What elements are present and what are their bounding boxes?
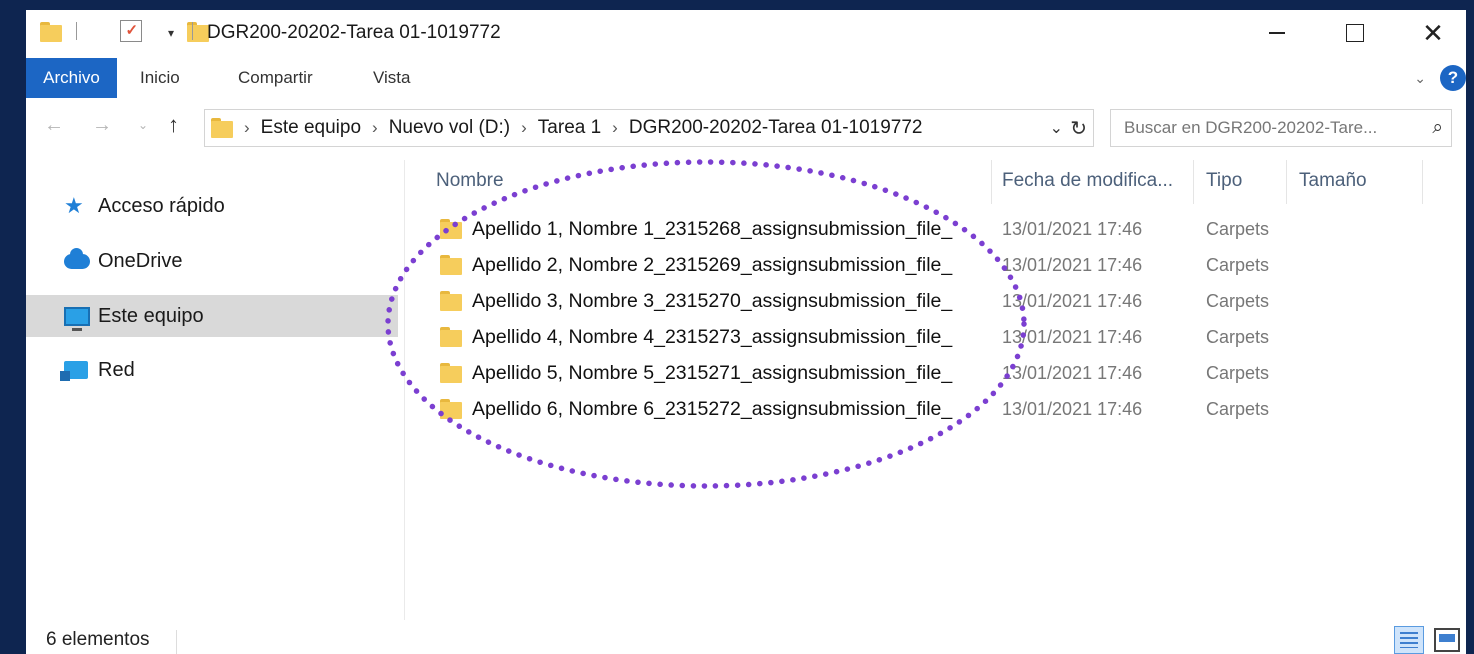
list-item[interactable]: Apellido 1, Nombre 1_2315268_assignsubmi… <box>406 212 1446 248</box>
breadcrumb-este-equipo[interactable]: Este equipo <box>261 117 361 139</box>
tab-archivo[interactable]: Archivo <box>26 58 117 98</box>
search-icon[interactable]: ⌕ <box>1432 110 1443 146</box>
list-item[interactable]: Apellido 6, Nombre 6_2315272_assignsubmi… <box>406 392 1446 428</box>
status-separator <box>176 630 177 654</box>
breadcrumb-chevron-icon[interactable]: › <box>612 118 618 138</box>
breadcrumb-chevron-icon[interactable]: › <box>244 118 250 138</box>
folder-icon <box>440 399 462 419</box>
folder-icon <box>440 327 462 347</box>
sidebar-item-acceso-rapido[interactable]: ★ Acceso rápido <box>26 185 398 227</box>
folder-icon <box>440 363 462 383</box>
new-folder-icon[interactable] <box>186 22 209 42</box>
file-date: 13/01/2021 17:46 <box>1002 291 1143 311</box>
close-button[interactable]: ✕ <box>1410 16 1456 50</box>
list-item[interactable]: Apellido 5, Nombre 5_2315271_assignsubmi… <box>406 356 1446 392</box>
file-date: 13/01/2021 17:46 <box>1002 219 1143 239</box>
column-header-tipo[interactable]: Tipo <box>1206 170 1242 192</box>
file-type: Carpets <box>1206 291 1270 311</box>
file-type: Carpets <box>1206 399 1270 419</box>
column-header-nombre[interactable]: Nombre <box>436 170 504 192</box>
file-explorer-window: ▾ DGR200-20202-Tarea 01-1019772 ✕ Archiv… <box>26 10 1466 654</box>
sidebar-item-label: OneDrive <box>98 249 183 272</box>
sidebar-item-label: Este equipo <box>98 304 204 327</box>
column-header-fecha[interactable]: Fecha de modifica... <box>1002 170 1173 192</box>
list-item[interactable]: Apellido 3, Nombre 3_2315270_assignsubmi… <box>406 284 1446 320</box>
tab-inicio[interactable]: Inicio <box>140 58 180 98</box>
sidebar-item-este-equipo[interactable]: Este equipo <box>26 295 398 337</box>
file-name: Apellido 1, Nombre 1_2315268_assignsubmi… <box>472 218 953 240</box>
breadcrumb-current-folder[interactable]: DGR200-20202-Tarea 01-1019772 <box>629 117 923 139</box>
window-title: DGR200-20202-Tarea 01-1019772 <box>207 22 501 43</box>
breadcrumb-tarea-1[interactable]: Tarea 1 <box>538 117 601 139</box>
expand-ribbon-chevron-icon[interactable]: ⌄ <box>1414 70 1426 87</box>
file-name: Apellido 4, Nombre 4_2315273_assignsubmi… <box>472 326 953 348</box>
file-name: Apellido 5, Nombre 5_2315271_assignsubmi… <box>472 362 953 384</box>
address-dropdown-icon[interactable]: ⌄ <box>1050 118 1063 138</box>
file-type: Carpets <box>1206 327 1270 347</box>
separator <box>192 22 193 40</box>
file-date: 13/01/2021 17:46 <box>1002 255 1143 275</box>
help-icon[interactable]: ? <box>1440 65 1466 91</box>
search-placeholder: Buscar en DGR200-20202-Tare... <box>1124 118 1378 137</box>
list-item[interactable]: Apellido 2, Nombre 2_2315269_assignsubmi… <box>406 248 1446 284</box>
file-date: 13/01/2021 17:46 <box>1002 327 1143 347</box>
pane-divider[interactable] <box>404 160 405 620</box>
breadcrumb-chevron-icon[interactable]: › <box>521 118 527 138</box>
column-divider[interactable] <box>1286 160 1287 204</box>
breadcrumb-nuevo-vol[interactable]: Nuevo vol (D:) <box>389 117 510 139</box>
refresh-icon[interactable]: ↻ <box>1070 116 1087 141</box>
tab-compartir[interactable]: Compartir <box>238 58 313 98</box>
file-type: Carpets <box>1206 363 1270 383</box>
sidebar-item-red[interactable]: Red <box>26 349 398 391</box>
file-type: Carpets <box>1206 219 1270 239</box>
properties-check-icon[interactable] <box>120 20 143 42</box>
forward-arrow-icon[interactable]: → <box>92 114 112 137</box>
sidebar-item-label: Red <box>98 358 135 381</box>
address-bar[interactable]: › Este equipo › Nuevo vol (D:) › Tarea 1… <box>204 109 1094 147</box>
list-item[interactable]: Apellido 4, Nombre 4_2315273_assignsubmi… <box>406 320 1446 356</box>
large-icons-view-icon[interactable] <box>1434 628 1460 652</box>
ribbon-tabs: Archivo Inicio Compartir Vista ⌄ ? <box>26 58 1466 98</box>
folder-icon <box>211 118 233 138</box>
folder-icon <box>40 22 62 42</box>
column-headers: Nombre Fecha de modifica... Tipo Tamaño <box>406 160 1446 204</box>
sidebar-item-label: Acceso rápido <box>98 194 225 217</box>
column-divider[interactable] <box>1422 160 1423 204</box>
file-name: Apellido 2, Nombre 2_2315269_assignsubmi… <box>472 254 953 276</box>
tab-vista[interactable]: Vista <box>373 58 411 98</box>
computer-icon <box>64 306 92 331</box>
breadcrumb-chevron-icon[interactable]: › <box>372 118 378 138</box>
navigation-bar: ← → ⌄ ↑ › Este equipo › Nuevo vol (D:) ›… <box>26 106 1466 150</box>
navigation-pane: ★ Acceso rápido OneDrive Este equipo Red <box>26 160 404 654</box>
separator <box>76 22 77 40</box>
up-arrow-icon[interactable]: ↑ <box>168 112 179 138</box>
file-type: Carpets <box>1206 255 1270 275</box>
search-input[interactable]: Buscar en DGR200-20202-Tare... ⌕ <box>1110 109 1452 147</box>
star-icon: ★ <box>64 193 84 218</box>
recent-locations-chevron-icon[interactable]: ⌄ <box>138 118 148 132</box>
column-divider[interactable] <box>1193 160 1194 204</box>
folder-icon <box>440 219 462 239</box>
column-divider[interactable] <box>991 160 992 204</box>
item-count: 6 elementos <box>46 629 150 650</box>
column-header-tamano[interactable]: Tamaño <box>1299 170 1367 192</box>
title-bar: ▾ DGR200-20202-Tarea 01-1019772 ✕ <box>26 10 1466 56</box>
cloud-icon <box>64 247 92 269</box>
minimize-button[interactable] <box>1254 16 1300 50</box>
sidebar-item-onedrive[interactable]: OneDrive <box>26 240 398 282</box>
folder-icon <box>440 255 462 275</box>
details-view-icon[interactable] <box>1394 626 1424 654</box>
file-name: Apellido 3, Nombre 3_2315270_assignsubmi… <box>472 290 953 312</box>
folder-icon <box>440 291 462 311</box>
maximize-button[interactable] <box>1332 16 1378 50</box>
file-date: 13/01/2021 17:46 <box>1002 363 1143 383</box>
customize-quick-access-icon[interactable]: ▾ <box>168 26 174 40</box>
network-icon <box>60 361 92 381</box>
file-date: 13/01/2021 17:46 <box>1002 399 1143 419</box>
file-name: Apellido 6, Nombre 6_2315272_assignsubmi… <box>472 398 953 420</box>
back-arrow-icon[interactable]: ← <box>44 114 64 137</box>
